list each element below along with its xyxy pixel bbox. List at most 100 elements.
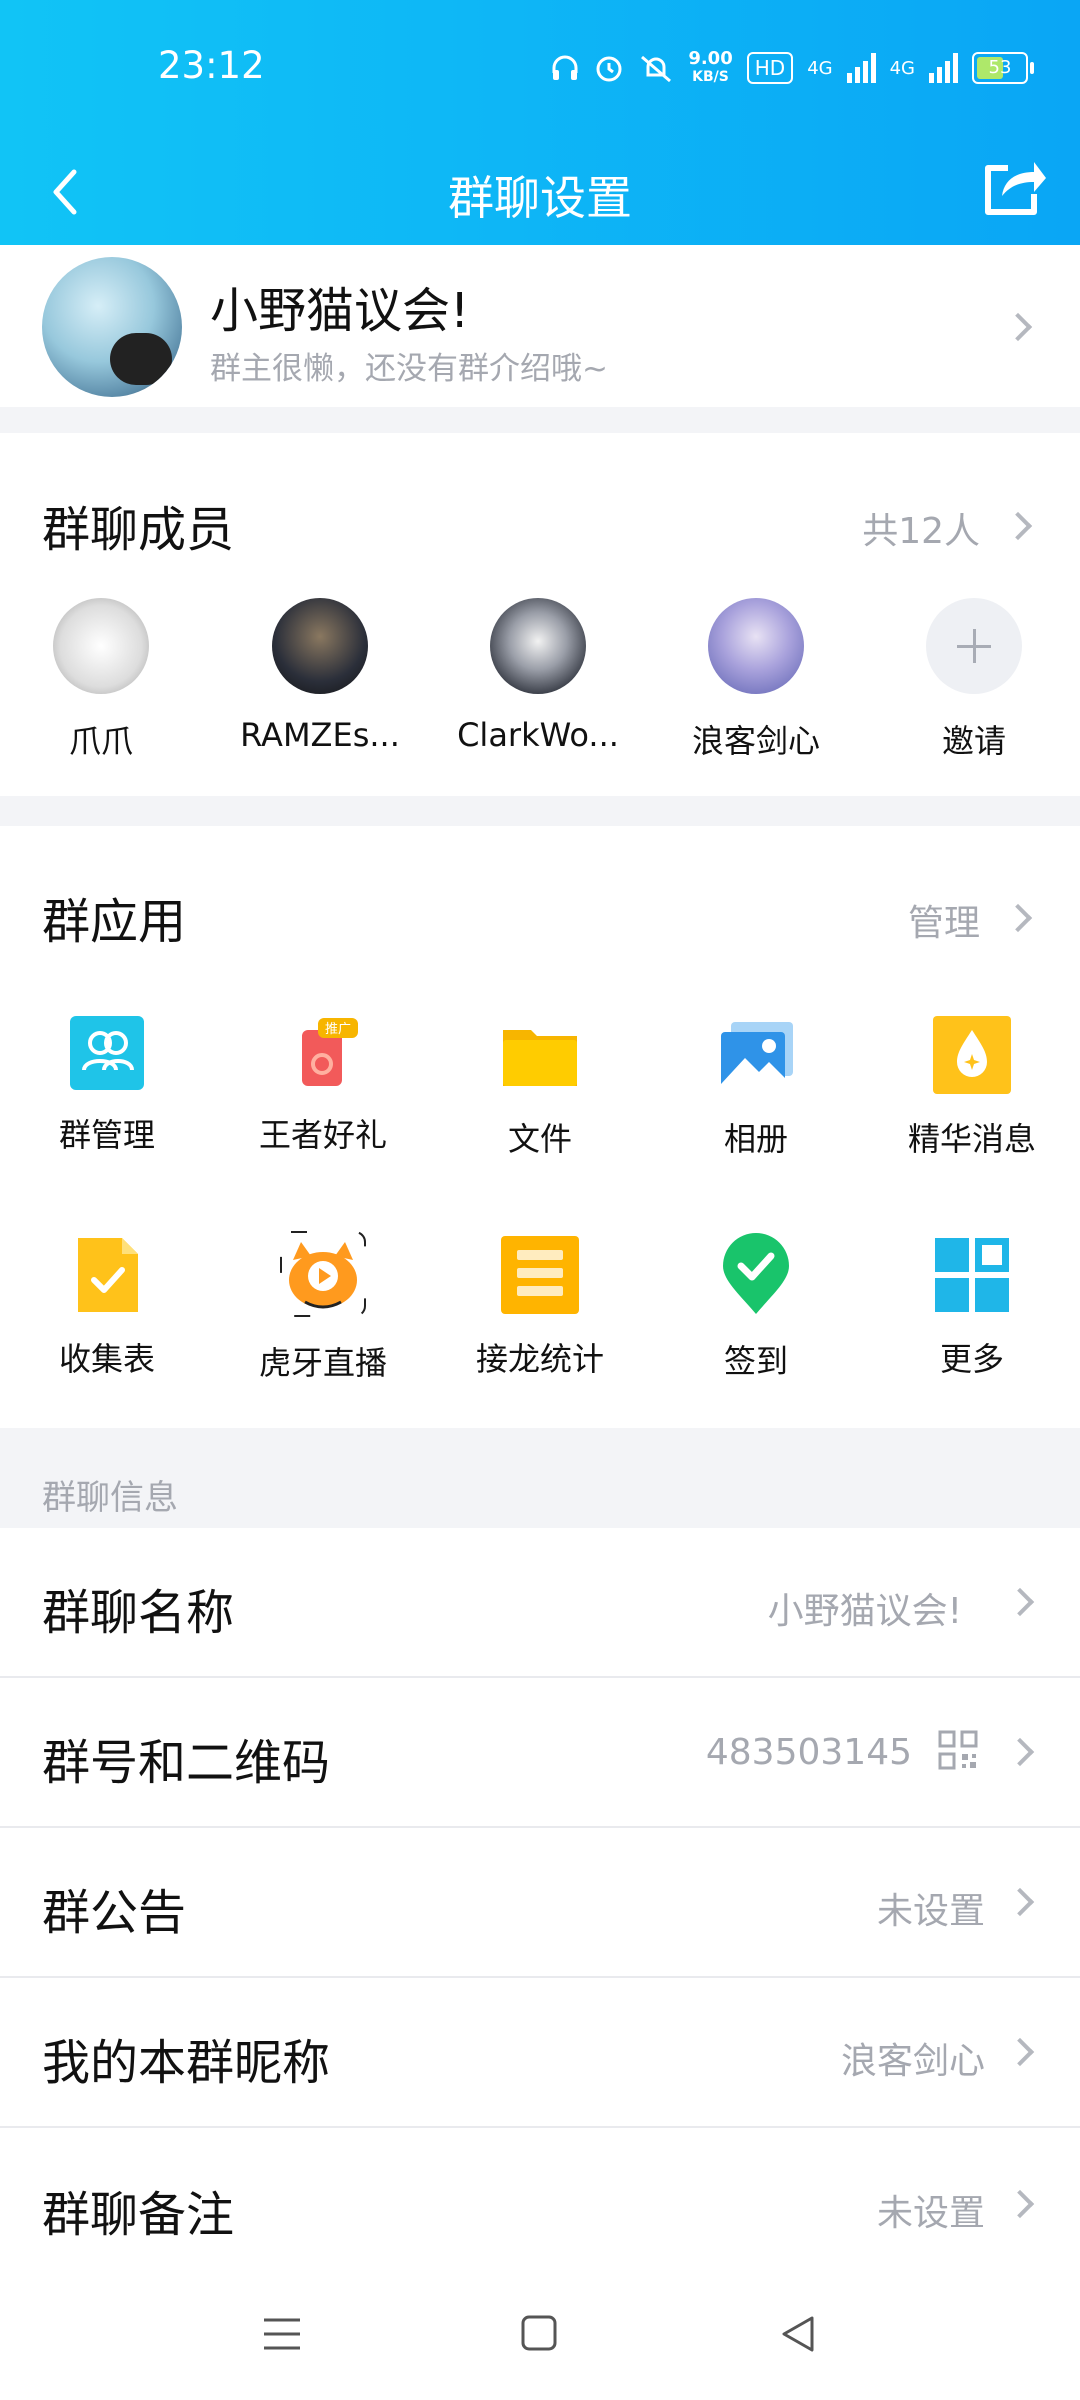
avatar bbox=[272, 598, 368, 694]
chevron-right-icon bbox=[1005, 1737, 1035, 1767]
network-speed: 9.00 KB/S bbox=[688, 48, 733, 86]
more-grid-icon bbox=[933, 1236, 1011, 1314]
row-group-name[interactable]: 群聊名称 小野猫议会! bbox=[0, 1528, 1080, 1678]
app-huya[interactable]: 虎牙直播 bbox=[228, 1231, 418, 1384]
app-group-manage[interactable]: 群管理 bbox=[12, 1016, 202, 1156]
member-name: 浪客剑心 bbox=[691, 722, 820, 760]
chevron-right-icon bbox=[1003, 511, 1033, 541]
status-icons: 9.00 KB/S HD 4G 4G 53 bbox=[550, 46, 1034, 90]
app-checkin[interactable]: 签到 bbox=[661, 1233, 851, 1382]
folder-icon bbox=[501, 1016, 579, 1094]
huya-icon bbox=[279, 1230, 367, 1318]
row-value: 浪客剑心 bbox=[840, 2041, 985, 2082]
network-4g-1: 4G bbox=[807, 57, 833, 79]
member-item[interactable]: ClarkWo... bbox=[443, 598, 633, 754]
share-icon[interactable] bbox=[978, 150, 1048, 220]
app-label: 更多 bbox=[939, 1340, 1004, 1378]
group-description: 群主很懒，还没有群介绍哦~ bbox=[210, 351, 608, 387]
member-name: RAMZEs... bbox=[240, 716, 400, 754]
app-label: 王者好礼 bbox=[258, 1116, 387, 1154]
row-label: 群公告 bbox=[42, 1885, 187, 1941]
chevron-right-icon bbox=[1005, 1887, 1035, 1917]
row-my-nickname[interactable]: 我的本群昵称 浪客剑心 bbox=[0, 1978, 1080, 2128]
form-icon bbox=[68, 1236, 146, 1314]
member-item[interactable]: 浪客剑心 bbox=[661, 598, 851, 762]
member-name: ClarkWo... bbox=[457, 716, 619, 754]
avatar bbox=[490, 598, 586, 694]
back-nav-icon[interactable] bbox=[778, 2314, 818, 2354]
app-label: 收集表 bbox=[58, 1340, 155, 1378]
app-label: 精华消息 bbox=[907, 1120, 1036, 1158]
app-gift[interactable]: 推广 王者好礼 bbox=[228, 1016, 418, 1156]
alarm-icon bbox=[596, 56, 622, 82]
group-manage-icon bbox=[70, 1016, 144, 1090]
chevron-right-icon bbox=[1005, 2037, 1035, 2067]
app-label: 文件 bbox=[507, 1120, 572, 1158]
album-icon bbox=[717, 1016, 795, 1094]
row-value: 483503145 bbox=[705, 1732, 912, 1773]
row-group-remark[interactable]: 群聊备注 未设置 bbox=[0, 2130, 1080, 2280]
navigation-bar: 群聊设置 bbox=[0, 140, 1080, 245]
member-name: 爪爪 bbox=[68, 722, 133, 760]
chevron-right-icon bbox=[1003, 903, 1033, 933]
signal-icon bbox=[846, 53, 876, 83]
header-bar: 23:12 9.00 KB/S HD 4G 4G 53 群聊设置 bbox=[0, 0, 1080, 245]
members-count[interactable]: 共12人 bbox=[862, 502, 980, 554]
section-divider bbox=[0, 796, 1080, 826]
row-announcement[interactable]: 群公告 未设置 bbox=[0, 1828, 1080, 1978]
row-label: 我的本群昵称 bbox=[42, 2035, 331, 2091]
chevron-right-icon bbox=[1005, 1587, 1035, 1617]
member-item[interactable]: RAMZEs... bbox=[225, 598, 415, 754]
row-value: 未设置 bbox=[876, 1891, 985, 1932]
app-album[interactable]: 相册 bbox=[661, 1016, 851, 1160]
members-title: 群聊成员 bbox=[42, 502, 235, 558]
status-time: 23:12 bbox=[158, 44, 265, 87]
chevron-right-icon bbox=[1003, 312, 1033, 342]
app-files[interactable]: 文件 bbox=[445, 1016, 635, 1160]
qr-code-icon[interactable] bbox=[938, 1730, 978, 1770]
plus-icon bbox=[926, 598, 1022, 694]
row-label: 群聊名称 bbox=[42, 1585, 235, 1641]
list-icon bbox=[501, 1236, 579, 1314]
network-4g-2: 4G bbox=[889, 57, 915, 79]
apps-title: 群应用 bbox=[42, 894, 187, 950]
invite-label: 邀请 bbox=[941, 722, 1006, 760]
row-value: 小野猫议会! bbox=[767, 1591, 962, 1632]
app-label: 接龙统计 bbox=[475, 1340, 604, 1378]
row-label: 群聊备注 bbox=[42, 2187, 235, 2243]
member-item[interactable]: 爪爪 bbox=[6, 598, 196, 762]
app-label: 群管理 bbox=[58, 1116, 155, 1154]
gift-icon: 推广 bbox=[296, 1016, 358, 1090]
avatar bbox=[53, 598, 149, 694]
hd-badge: HD bbox=[746, 52, 794, 84]
menu-icon[interactable] bbox=[262, 2316, 302, 2352]
system-navigation-bar bbox=[0, 2270, 1080, 2400]
signal-icon bbox=[929, 53, 958, 83]
app-label: 签到 bbox=[723, 1342, 788, 1380]
headphones-icon bbox=[552, 55, 578, 80]
group-avatar bbox=[42, 257, 182, 397]
chevron-right-icon bbox=[1005, 2189, 1035, 2219]
essence-icon bbox=[933, 1016, 1011, 1094]
info-section-label: 群聊信息 bbox=[42, 1478, 178, 1518]
battery-icon: 53 bbox=[972, 52, 1034, 84]
row-label: 群号和二维码 bbox=[42, 1735, 331, 1791]
group-name: 小野猫议会! bbox=[210, 283, 470, 339]
app-essence[interactable]: 精华消息 bbox=[877, 1016, 1067, 1160]
row-value: 未设置 bbox=[876, 2193, 985, 2234]
promo-badge: 推广 bbox=[325, 1021, 351, 1036]
app-label: 虎牙直播 bbox=[258, 1344, 387, 1382]
checkin-icon bbox=[721, 1232, 791, 1316]
mute-icon bbox=[641, 55, 672, 83]
row-group-id-qr[interactable]: 群号和二维码 483503145 bbox=[0, 1678, 1080, 1828]
app-form[interactable]: 收集表 bbox=[12, 1236, 202, 1380]
app-list-stats[interactable]: 接龙统计 bbox=[445, 1236, 635, 1380]
page-title: 群聊设置 bbox=[448, 171, 632, 225]
apps-manage-link[interactable]: 管理 bbox=[908, 894, 980, 946]
status-bar: 23:12 9.00 KB/S HD 4G 4G 53 bbox=[0, 0, 1080, 140]
divider bbox=[0, 2126, 1080, 2128]
group-profile-card[interactable]: 小野猫议会! 群主很懒，还没有群介绍哦~ bbox=[0, 245, 1080, 407]
app-more[interactable]: 更多 bbox=[877, 1236, 1067, 1380]
invite-button[interactable]: 邀请 bbox=[879, 598, 1069, 762]
home-icon[interactable] bbox=[520, 2314, 558, 2352]
